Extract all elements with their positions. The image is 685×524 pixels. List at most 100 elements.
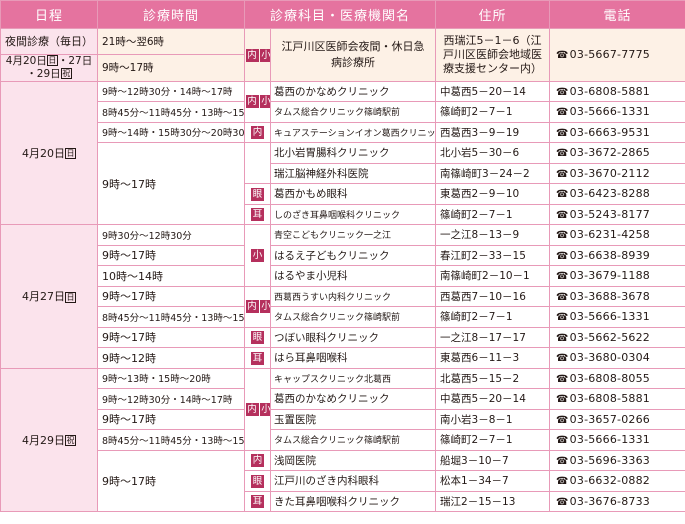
clinic-address: 篠崎町2－7－1 [435,101,551,123]
clinic-phone: ☎03-3670-2112 [549,162,685,184]
dept-badge: 耳 [251,208,264,221]
clinic-name: きた耳鼻咽喉科クリニック [269,490,437,512]
clinic-phone: ☎03-6663-9531 [549,121,685,143]
dept-badge: 内 [245,48,259,62]
clinic-address: 篠崎町2－7－1 [435,429,551,451]
dept-badge: 内 [251,454,264,467]
weekend-time: 9時～17時 [97,53,245,82]
clinic-phone: ☎03-3679-1188 [549,265,685,287]
phone-icon: ☎ [556,435,569,447]
phone-icon: ☎ [556,271,569,283]
table-row: 9時～17時内小西葛西うすい内科クリニック 西葛西7－10－16 ☎03-3688-… [1,285,685,328]
phone-icon: ☎ [556,127,569,139]
phone-number: 03-3676-8733 [569,494,650,508]
clinic-name: 北小岩胃腸科クリニック [269,142,437,164]
table-row: 9時～12時30分・14時～17時 葛西のかなめクリニック 中葛西5－20－14 ☎0… [1,388,685,410]
phone-icon: ☎ [556,250,569,262]
dept-badge: 小 [251,249,264,262]
clinic-name: キュアステーションイオン葛西クリニック [269,121,437,143]
night-clinic-time: 21時～翌6時 [97,28,245,55]
clinic-address: 春江町2－33－15 [435,244,551,266]
clinic-phone: ☎03-3680-0304 [549,347,685,369]
clinic-hours: 9時～14時・15時30分～20時30分 [97,121,245,143]
phone-icon: ☎ [556,414,569,426]
clinic-hours: 9時～12時30分・14時～17時 [97,80,245,102]
clinic-phone: ☎03-5662-5622 [549,326,685,348]
phone-icon: ☎ [556,189,569,201]
clinic-hours: 9時～17時 [97,244,245,266]
phone-icon: ☎ [556,168,569,180]
day-mark: 日 [65,148,76,160]
clinic-phone: ☎03-6423-8288 [549,183,685,205]
dept-badge: 小 [259,300,271,314]
phone-number: 03-6663-9531 [569,125,650,139]
phone-icon: ☎ [556,312,569,324]
group-date-text: 4月29日 [22,433,65,447]
clinic-hours: 9時～13時・15時～20時 [97,367,245,389]
header-hours: 診療時間 [97,0,245,29]
clinic-hours: 9時～17時 [97,142,245,225]
clinic-phone: ☎03-6231-4258 [549,224,685,246]
phone-number: 03-3679-1188 [569,269,650,283]
phone-icon: ☎ [556,148,569,160]
clinic-dept: 耳 [244,203,271,225]
clinic-name: はら耳鼻咽喉科 [269,347,437,369]
dept-badge: 小 [259,402,271,416]
clinic-address: 篠崎町2－7－1 [435,203,551,225]
clinic-dept: 耳 [244,490,271,512]
night-clinic-dept: 内小 [244,28,271,82]
clinic-hours: 8時45分～11時45分・13時～15時 [97,429,245,451]
clinic-address: 篠崎町2－7－1 [435,306,551,328]
phone-number: 03-3680-0304 [569,351,650,365]
clinic-address: 南篠崎町3－24－2 [435,162,551,184]
table-row: 4月20日日 9時～12時30分・14時～17時内小葛西のかなめクリニック 中葛西5… [0,80,685,225]
sunday-mark: 日 [46,55,58,66]
phone-number: 03-5666-1331 [569,310,650,324]
phone-number: 03-5666-1331 [569,433,650,447]
weekend-dates: 4月20日日・27日 ・29日祝 [0,53,98,82]
clinic-address: 西葛西7－10－16 [435,285,551,307]
night-clinic-date: 夜間診療（毎日） [0,28,98,55]
phone-icon: ☎ [556,394,569,406]
clinic-name: キャップスクリニック北葛西 [269,367,437,389]
phone-icon: ☎ [556,209,569,221]
clinic-hours: 9時～12時 [97,347,245,369]
phone-icon: ☎ [556,332,569,344]
header-date: 日程 [0,0,98,29]
clinic-address: 船堀3－10－7 [435,449,551,471]
clinic-address: 一之江8－13－9 [435,224,551,246]
clinic-dept [244,142,271,184]
table-row: 10時～14時 はるやま小児科 南篠崎町2－10－1 ☎03-3679-1188 [1,265,685,287]
clinic-hours: 9時30分～12時30分 [97,224,245,246]
phone-number: 03-6808-5881 [569,392,650,406]
clinic-name: はるやま小児科 [269,265,437,287]
clinic-phone: ☎03-5243-8177 [549,203,685,225]
group-date: 4月27日日 [0,224,98,369]
clinic-hours: 9時～17時 [97,326,245,348]
clinic-name: 瑞江脳神経外科医院 [269,162,437,184]
clinic-name: タムス総合クリニック篠崎駅前 [269,101,437,123]
clinic-phone: ☎03-3672-2865 [549,142,685,164]
header-phone: 電話 [549,0,685,29]
clinic-name: タムス総合クリニック篠崎駅前 [269,306,437,328]
clinic-address: 北葛西5－15－2 [435,367,551,389]
clinic-name: 浅岡医院 [269,449,437,471]
phone-number: 03-3672-2865 [569,146,650,160]
phone-number: 03-3670-2112 [569,166,650,180]
clinic-hours: 9時～17時 [97,408,245,430]
clinic-name: 江戸川のざき内科眼科 [269,470,437,492]
phone-number: 03-6808-8055 [569,371,650,385]
dept-badge: 耳 [251,495,264,508]
clinic-address: 北小岩5－30－6 [435,142,551,164]
clinic-dept: 内 [244,121,271,143]
table-row: 9時～17時 はるえ子どもクリニック 春江町2－33－15 ☎03-6638-8939 [1,244,685,266]
holiday-clinic-table: 日程 診療時間 診療科目・医療機関名 住所 電話 夜間診療（毎日） 21時～翌6… [0,0,685,512]
clinic-phone: ☎03-3688-3678 [549,285,685,307]
phone-icon: ☎ [556,86,569,98]
clinic-name: 葛西のかなめクリニック [269,80,437,102]
dept-badge: 内 [251,126,264,139]
phone-number: 03-6231-4258 [569,228,650,242]
clinic-dept: 耳 [244,347,271,369]
clinic-address: 瑞江2－15－13 [435,490,551,512]
phone-number: 03-5662-5622 [569,330,650,344]
